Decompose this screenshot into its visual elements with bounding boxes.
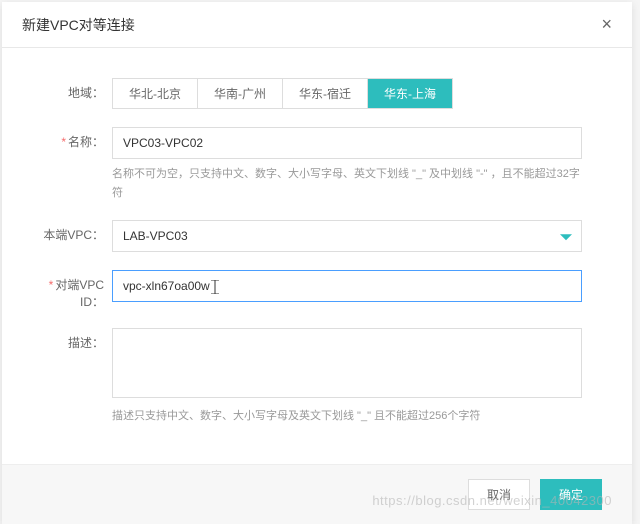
region-tab-suqian[interactable]: 华东-宿迁 <box>283 79 368 108</box>
name-input[interactable] <box>112 127 582 159</box>
close-icon[interactable]: × <box>601 14 612 35</box>
field-peer-vpc-id: *对端VPC ID： vpc-xln67oa00w <box>32 270 602 310</box>
region-tabs: 华北-北京 华南-广州 华东-宿迁 华东-上海 <box>112 78 453 109</box>
modal-title: 新建VPC对等连接 <box>22 15 135 35</box>
field-name: *名称： 名称不可为空，只支持中文、数字、大小写字母、英文下划线 "_" 及中划… <box>32 127 602 202</box>
cancel-button[interactable]: 取消 <box>468 479 530 510</box>
region-tab-beijing[interactable]: 华北-北京 <box>113 79 198 108</box>
field-description: 描述： 描述只支持中文、数字、大小写字母及英文下划线 "_" 且不能超过256个… <box>32 328 602 426</box>
region-tab-guangzhou[interactable]: 华南-广州 <box>198 79 283 108</box>
confirm-button[interactable]: 确定 <box>540 479 602 510</box>
peer-vpc-id-label: *对端VPC ID： <box>32 270 112 310</box>
modal-body: 地域： 华北-北京 华南-广州 华东-宿迁 华东-上海 *名称： 名称不可为空，… <box>2 48 632 464</box>
text-cursor-icon <box>210 280 220 297</box>
field-local-vpc: 本端VPC： LAB-VPC03 <box>32 220 602 252</box>
description-help-text: 描述只支持中文、数字、大小写字母及英文下划线 "_" 且不能超过256个字符 <box>112 407 582 426</box>
local-vpc-label: 本端VPC： <box>32 220 112 243</box>
modal-header: 新建VPC对等连接 × <box>2 2 632 48</box>
description-textarea[interactable] <box>112 328 582 398</box>
field-region: 地域： 华北-北京 华南-广州 华东-宿迁 华东-上海 <box>32 78 602 109</box>
description-label: 描述： <box>32 328 112 351</box>
region-tab-shanghai[interactable]: 华东-上海 <box>368 79 452 108</box>
name-help-text: 名称不可为空，只支持中文、数字、大小写字母、英文下划线 "_" 及中划线 "-"… <box>112 165 582 202</box>
modal-footer: 取消 确定 <box>2 464 632 524</box>
create-vpc-peering-modal: 新建VPC对等连接 × 地域： 华北-北京 华南-广州 华东-宿迁 华东-上海 … <box>2 2 632 524</box>
peer-vpc-id-input[interactable]: vpc-xln67oa00w <box>112 270 582 302</box>
region-label: 地域： <box>32 78 112 101</box>
local-vpc-select[interactable]: LAB-VPC03 <box>112 220 582 252</box>
local-vpc-value: LAB-VPC03 <box>123 229 188 243</box>
name-label: *名称： <box>32 127 112 150</box>
